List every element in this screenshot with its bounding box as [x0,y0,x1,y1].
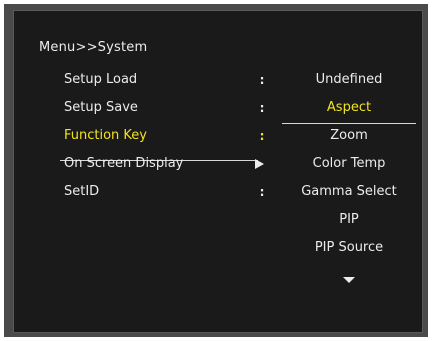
option-pip-source[interactable]: PIP Source [282,239,416,257]
osd-menu-panel: Menu>>System Setup Load Setup Save Funct… [13,10,423,333]
menu-item-label: On Screen Display [64,156,184,171]
separator-colon: : [259,129,265,143]
arrow-down-icon[interactable] [343,277,355,283]
separator-colon: : [259,185,265,199]
option-aspect[interactable]: Aspect [282,99,416,117]
menu-item-label: Setup Load [64,72,138,87]
breadcrumb: Menu>>System [39,40,148,55]
option-gamma-select[interactable]: Gamma Select [282,183,416,201]
osd-frame: Menu>>System Setup Load Setup Save Funct… [4,4,428,337]
separator-colon: : [259,73,265,87]
menu-item-label: Function Key [64,128,147,143]
separator-colon: : [259,101,265,115]
menu-item-label: Setup Save [64,100,138,115]
option-color-temp[interactable]: Color Temp [282,155,416,173]
option-zoom[interactable]: Zoom [282,127,416,145]
selected-option-underline [282,123,416,124]
option-undefined[interactable]: Undefined [282,71,416,89]
arrow-right-icon [255,159,264,169]
option-pip[interactable]: PIP [282,211,416,229]
menu-item-label: SetID [64,184,100,199]
